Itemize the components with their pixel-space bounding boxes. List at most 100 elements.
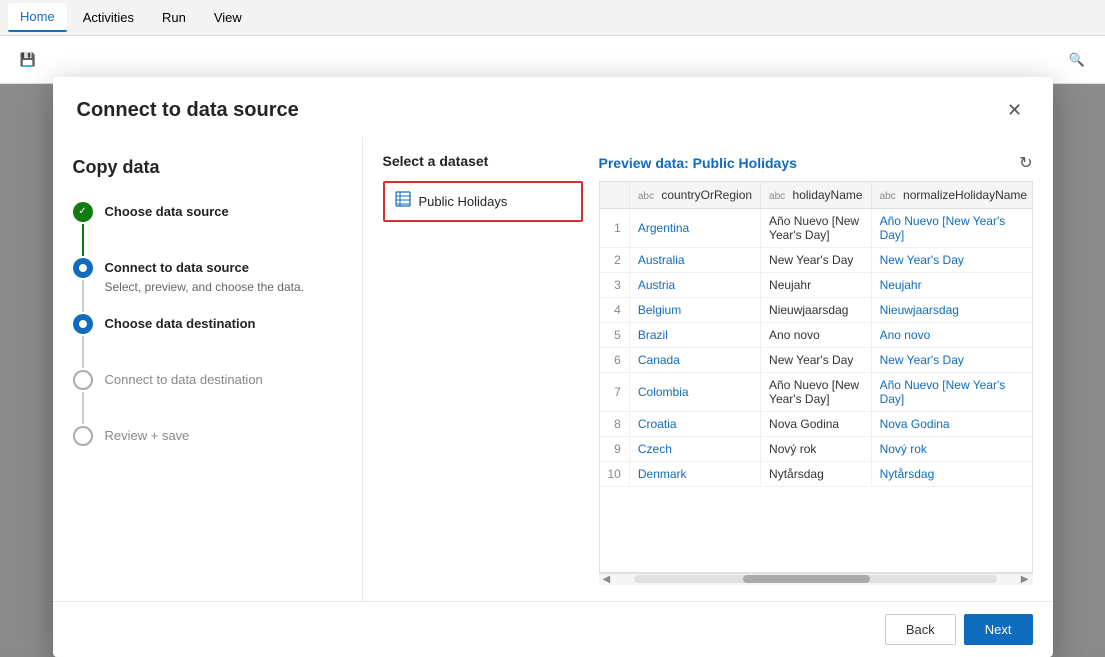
row-country-6: Canada xyxy=(629,347,760,372)
step-line-2 xyxy=(82,280,84,312)
close-button[interactable]: ✕ xyxy=(1001,97,1029,125)
table-row: 7 Colombia Año Nuevo [New Year's Day] Añ… xyxy=(600,372,1033,411)
row-num-4: 4 xyxy=(600,297,630,322)
row-country-9: Czech xyxy=(629,436,760,461)
back-button[interactable]: Back xyxy=(885,614,956,645)
active-dot-icon-3 xyxy=(79,320,87,328)
dataset-item-public-holidays[interactable]: Public Holidays xyxy=(383,181,583,222)
content-panels: Select a dataset xyxy=(383,153,1033,585)
search-icon[interactable]: 🔍 xyxy=(1061,44,1093,76)
step-circle-3 xyxy=(73,314,93,334)
preview-table-wrapper[interactable]: abc countryOrRegion abc holidayName xyxy=(599,181,1033,573)
active-dot-icon xyxy=(79,264,87,272)
row-country-5: Brazil xyxy=(629,322,760,347)
row-holiday-10: Nytårsdag xyxy=(761,461,872,486)
row-holiday-5: Ano novo xyxy=(761,322,872,347)
row-normalized-6: New Year's Day xyxy=(871,347,1032,372)
tab-run[interactable]: Run xyxy=(150,4,198,31)
row-num-8: 8 xyxy=(600,411,630,436)
dataset-item-name: Public Holidays xyxy=(419,194,508,209)
save-icon[interactable]: 💾 xyxy=(12,44,44,76)
col-type-normalize: abc xyxy=(880,191,896,202)
scrollbar-track xyxy=(634,575,997,583)
dataset-panel: Select a dataset xyxy=(383,153,583,585)
horizontal-scrollbar[interactable]: ◀ ▶ xyxy=(599,573,1033,585)
step-label-5: Review + save xyxy=(105,426,190,446)
refresh-button[interactable]: ↻ xyxy=(1019,153,1032,173)
step-indicator-col-5 xyxy=(73,426,93,446)
tab-view[interactable]: View xyxy=(202,4,254,31)
table-row: 9 Czech Nový rok Nový rok xyxy=(600,436,1033,461)
row-normalized-2: New Year's Day xyxy=(871,247,1032,272)
row-normalized-9: Nový rok xyxy=(871,436,1032,461)
preview-panel: Preview data: Public Holidays ↻ xyxy=(599,153,1033,585)
preview-title-prefix: Preview data: xyxy=(599,155,693,171)
step-content-3: Choose data destination xyxy=(105,314,256,342)
row-normalized-10: Nytårsdag xyxy=(871,461,1032,486)
wizard-step-1: ✓ Choose data source xyxy=(73,202,342,258)
dialog-title: Connect to data source xyxy=(77,99,299,122)
step-line-1 xyxy=(82,224,84,256)
row-holiday-3: Neujahr xyxy=(761,272,872,297)
col-type-country: abc xyxy=(638,191,654,202)
wizard-steps: ✓ Choose data source xyxy=(73,202,342,454)
step-desc-2: Select, preview, and choose the data. xyxy=(105,280,304,294)
step-indicator-col-3 xyxy=(73,314,93,370)
step-label-4: Connect to data destination xyxy=(105,370,263,390)
row-num-6: 6 xyxy=(600,347,630,372)
col-header-row-num xyxy=(600,182,630,209)
table-row: 8 Croatia Nova Godina Nova Godina xyxy=(600,411,1033,436)
table-row: 6 Canada New Year's Day New Year's Day xyxy=(600,347,1033,372)
step-content-1: Choose data source xyxy=(105,202,229,230)
checkmark-icon: ✓ xyxy=(78,206,86,217)
wizard-step-3: Choose data destination xyxy=(73,314,342,370)
row-holiday-7: Año Nuevo [New Year's Day] xyxy=(761,372,872,411)
row-holiday-2: New Year's Day xyxy=(761,247,872,272)
row-country-1: Argentina xyxy=(629,208,760,247)
step-circle-5 xyxy=(73,426,93,446)
dialog-body: Copy data ✓ Choose data source xyxy=(53,137,1053,601)
dataset-panel-title: Select a dataset xyxy=(383,153,583,169)
step-indicator-col-4 xyxy=(73,370,93,426)
step-content-5: Review + save xyxy=(105,426,190,454)
row-normalized-8: Nova Godina xyxy=(871,411,1032,436)
dialog-footer: Back Next xyxy=(53,601,1053,657)
tab-activities[interactable]: Activities xyxy=(71,4,146,31)
table-row: 5 Brazil Ano novo Ano novo xyxy=(600,322,1033,347)
row-holiday-9: Nový rok xyxy=(761,436,872,461)
row-num-3: 3 xyxy=(600,272,630,297)
table-row: 1 Argentina Año Nuevo [New Year's Day] A… xyxy=(600,208,1033,247)
row-num-9: 9 xyxy=(600,436,630,461)
row-country-4: Belgium xyxy=(629,297,760,322)
scroll-right-arrow: ▶ xyxy=(1017,574,1033,585)
col-header-holiday: abc holidayName xyxy=(761,182,872,209)
row-country-10: Denmark xyxy=(629,461,760,486)
step-indicator-col-2 xyxy=(73,258,93,314)
col-name-normalize: normalizeHolidayName xyxy=(903,188,1027,202)
wizard-step-2: Connect to data source Select, preview, … xyxy=(73,258,342,314)
row-num-1: 1 xyxy=(600,208,630,247)
step-indicator-col-1: ✓ xyxy=(73,202,93,258)
row-num-2: 2 xyxy=(600,247,630,272)
col-type-holiday: abc xyxy=(769,191,785,202)
wizard-sidebar: Copy data ✓ Choose data source xyxy=(53,137,363,601)
step-label-3: Choose data destination xyxy=(105,314,256,334)
row-country-3: Austria xyxy=(629,272,760,297)
row-num-7: 7 xyxy=(600,372,630,411)
preview-title: Preview data: Public Holidays xyxy=(599,155,797,171)
preview-table: abc countryOrRegion abc holidayName xyxy=(600,182,1033,487)
row-num-5: 5 xyxy=(600,322,630,347)
tab-home[interactable]: Home xyxy=(8,3,67,32)
row-normalized-4: Nieuwjaarsdag xyxy=(871,297,1032,322)
wizard-step-4: Connect to data destination xyxy=(73,370,342,426)
dialog-main-content: Select a dataset xyxy=(363,137,1053,601)
row-normalized-3: Neujahr xyxy=(871,272,1032,297)
dialog-header: Connect to data source ✕ xyxy=(53,77,1053,137)
modal-overlay: Connect to data source ✕ Copy data ✓ xyxy=(0,84,1105,649)
step-circle-1: ✓ xyxy=(73,202,93,222)
row-normalized-1: Año Nuevo [New Year's Day] xyxy=(871,208,1032,247)
step-label-2: Connect to data source xyxy=(105,258,304,278)
step-label-1: Choose data source xyxy=(105,202,229,222)
next-button[interactable]: Next xyxy=(964,614,1033,645)
dataset-table-icon xyxy=(395,191,411,212)
